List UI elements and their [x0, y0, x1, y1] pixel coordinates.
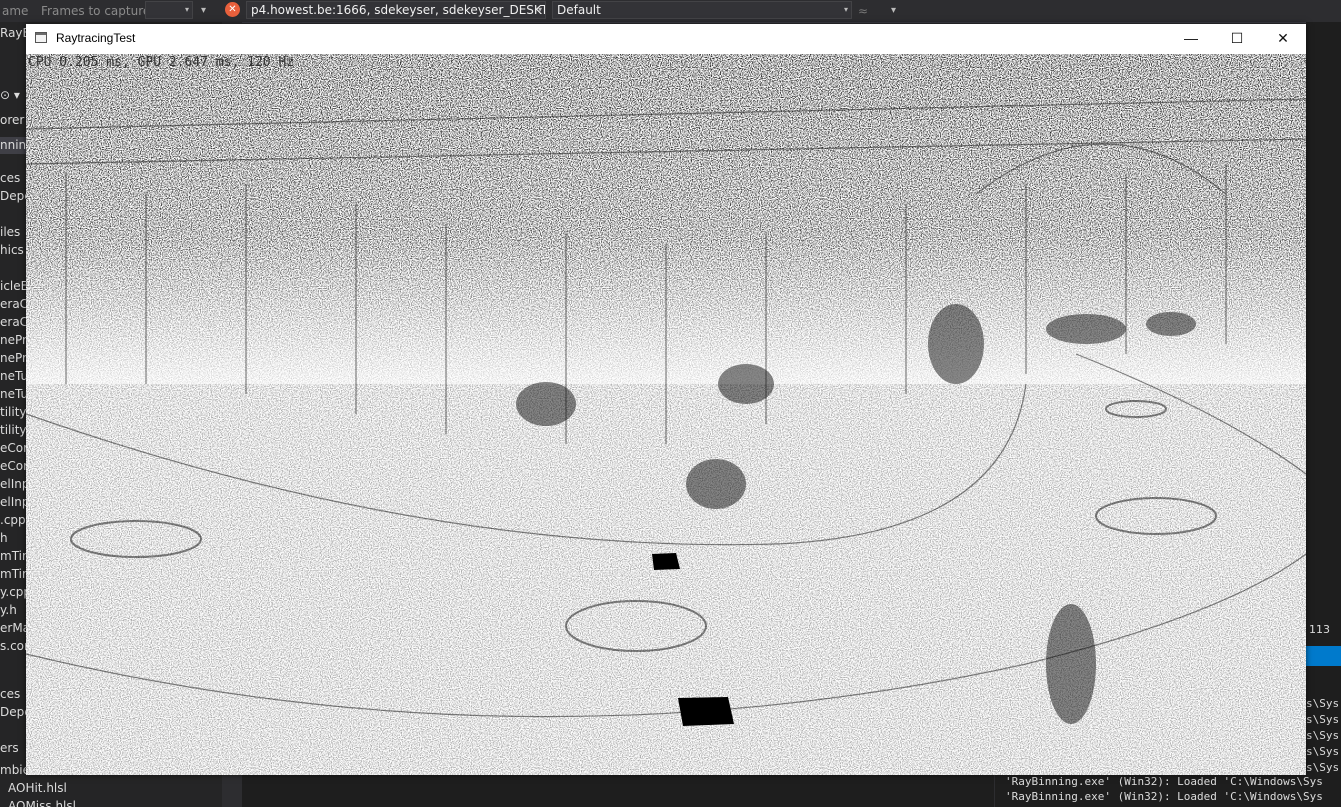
minimize-button[interactable]: — [1168, 24, 1214, 54]
profile-value: Default [557, 3, 601, 17]
explorer-item[interactable]: iles [0, 224, 20, 241]
frames-to-capture-input[interactable]: ▾ [145, 1, 193, 19]
right-panel [1306, 22, 1341, 807]
status-bar [1306, 646, 1341, 666]
output-line-fragment: s\Sys [1306, 713, 1340, 726]
explorer-item[interactable]: tility. [0, 404, 29, 421]
raytraced-scene-image [26, 54, 1306, 775]
explorer-item[interactable]: ers [0, 740, 19, 757]
explorer-item[interactable]: ces [0, 686, 20, 703]
frames-to-capture-label: Frames to capture: [41, 4, 155, 18]
close-button[interactable]: ✕ [1260, 24, 1306, 54]
output-line-fragment: s\Sys [1306, 761, 1340, 774]
toolbar-name-label: ame [2, 4, 29, 18]
maximize-button[interactable]: ☐ [1214, 24, 1260, 54]
ide-toolbar: ame Frames to capture: ▾ ▾ ✕ p4.howest.b… [0, 0, 1341, 23]
render-viewport[interactable]: CPU 0.205 ms, GPU 2.647 ms, 120 Hz [26, 54, 1306, 775]
chevron-down-icon: ▾ [537, 5, 542, 14]
sync-icon[interactable]: ≈ [858, 0, 868, 22]
window-title: RaytracingTest [56, 31, 136, 45]
explorer-item[interactable]: ⊙ ▾ [0, 87, 20, 104]
explorer-item[interactable]: y.h [0, 602, 17, 619]
explorer-item[interactable]: tility. [0, 422, 29, 439]
explorer-item[interactable]: .cpp [0, 512, 26, 529]
output-pane: 'RayBinning.exe' (Win32): Loaded 'C:\Win… [995, 774, 1341, 807]
toolbar-overflow-icon[interactable]: ▾ [201, 0, 206, 22]
line-number: 113 [1309, 623, 1330, 636]
code-editor[interactable] [242, 775, 994, 807]
app-icon [35, 32, 47, 43]
explorer-item[interactable]: AOMiss.hlsl [8, 798, 76, 807]
explorer-item[interactable]: AOHit.hlsl [8, 780, 67, 797]
connection-select[interactable]: p4.howest.be:1666, sdekeyser, sdekeyser_… [246, 1, 546, 19]
output-line-fragment: s\Sys [1306, 745, 1340, 758]
toolbar-overflow-icon[interactable]: ▾ [891, 0, 896, 22]
window-titlebar[interactable]: RaytracingTest — ☐ ✕ [26, 24, 1306, 54]
explorer-item[interactable]: hics [0, 242, 24, 259]
chevron-down-icon: ▾ [843, 5, 848, 14]
raytracing-window: RaytracingTest — ☐ ✕ CPU 0.205 ms, GPU 2… [26, 24, 1306, 775]
profile-select[interactable]: Default ▾ [552, 1, 852, 19]
explorer-item[interactable]: h [0, 530, 8, 547]
output-line-fragment: s\Sys [1306, 697, 1340, 710]
explorer-item[interactable]: ces [0, 170, 20, 187]
output-line-fragment: s\Sys [1306, 729, 1340, 742]
performance-stats: CPU 0.205 ms, GPU 2.647 ms, 120 Hz [28, 55, 295, 70]
output-line: 'RayBinning.exe' (Win32): Loaded 'C:\Win… [1005, 775, 1323, 788]
disconnected-error-icon[interactable]: ✕ [225, 2, 240, 17]
connection-value: p4.howest.be:1666, sdekeyser, sdekeyser_… [251, 3, 546, 17]
output-line: 'RayBinning.exe' (Win32): Loaded 'C:\Win… [1005, 790, 1323, 803]
chevron-down-icon: ▾ [184, 5, 189, 14]
